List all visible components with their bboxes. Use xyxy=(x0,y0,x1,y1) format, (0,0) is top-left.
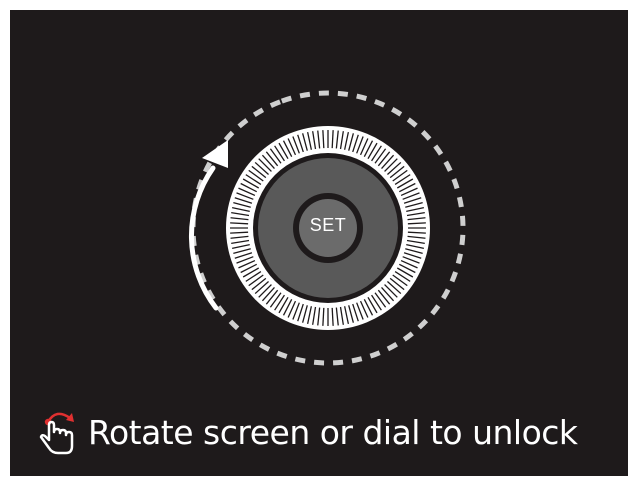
set-button-label: SET xyxy=(309,215,347,235)
lock-screen: SET Rotate screen or dial to unlock xyxy=(10,10,628,476)
rotate-gesture-hand-icon xyxy=(39,412,74,455)
rotary-dial-graphic xyxy=(188,90,466,366)
rotate-arrowhead-icon xyxy=(202,140,228,168)
unlock-instruction-text: Rotate screen or dial to unlock xyxy=(88,412,578,452)
unlock-hint: Rotate screen or dial to unlock xyxy=(36,408,578,456)
